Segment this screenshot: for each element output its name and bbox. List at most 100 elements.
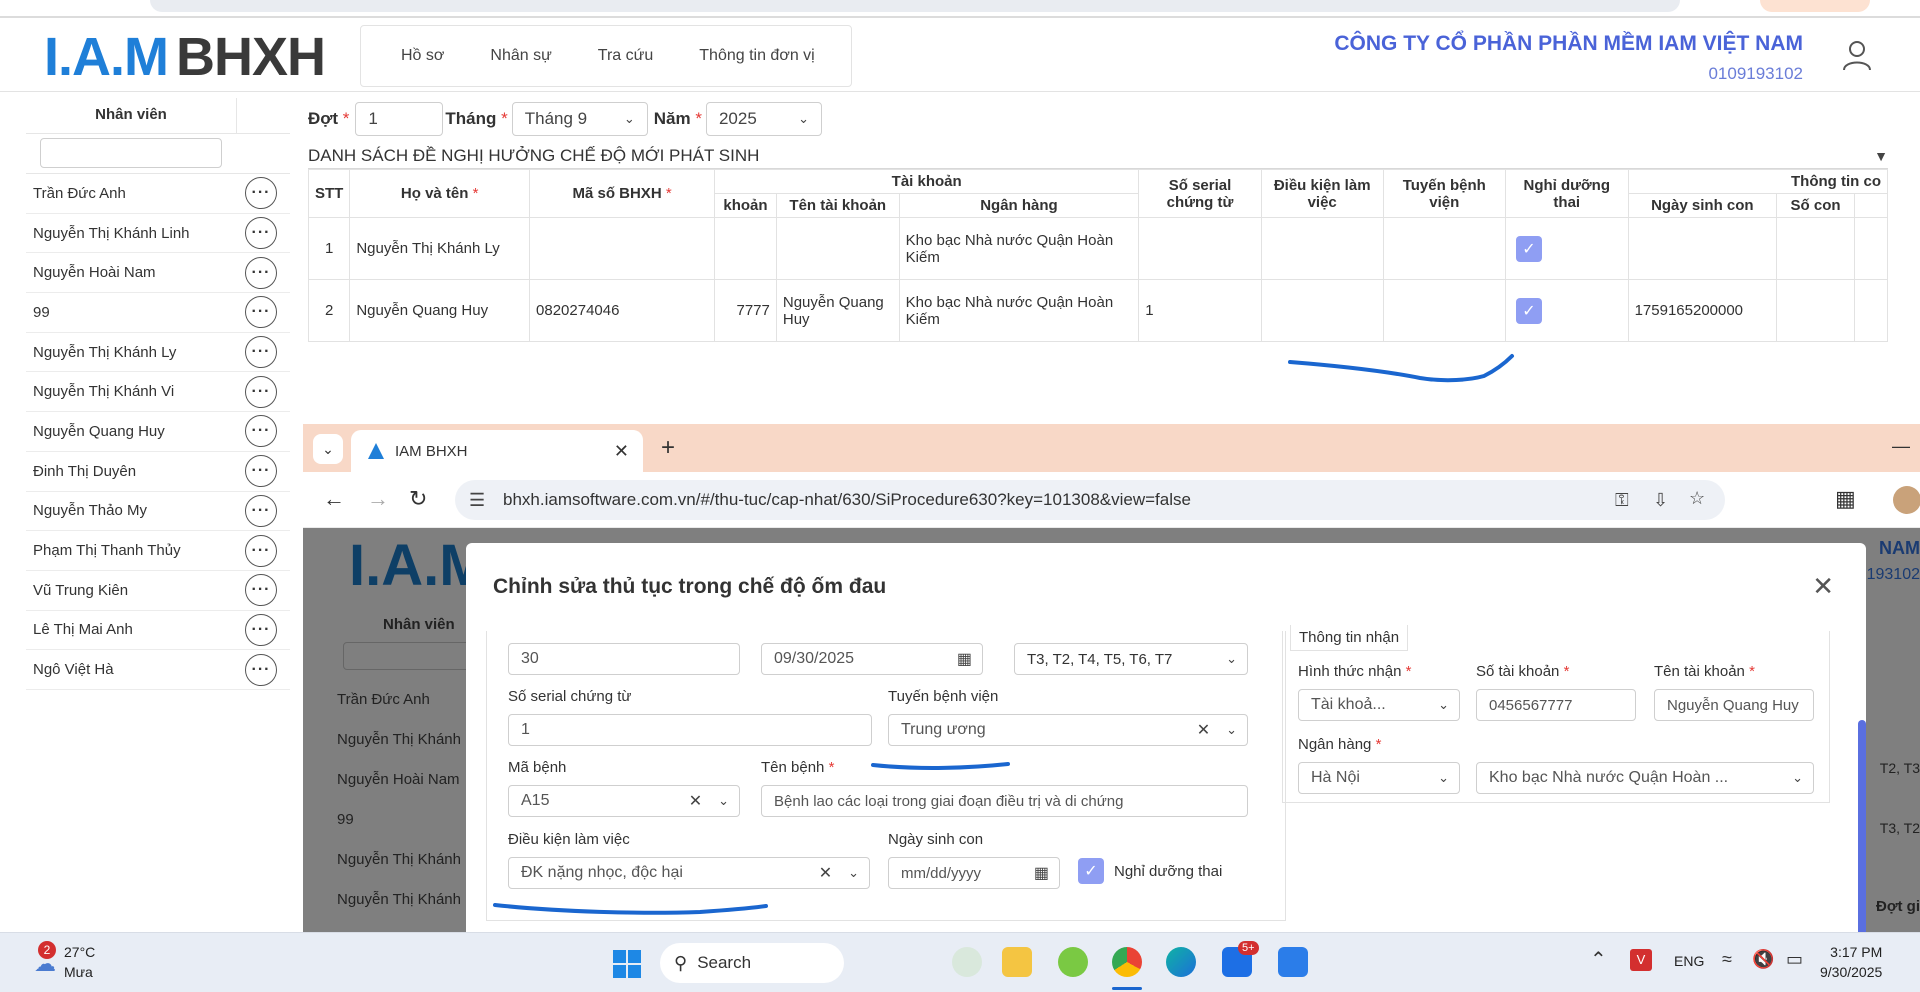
date-input[interactable]: 09/30/2025 ▦ — [761, 643, 983, 675]
clear-icon[interactable]: ✕ — [819, 863, 832, 883]
calendar-icon[interactable]: ▦ — [1034, 863, 1049, 883]
speaker-muted-icon[interactable]: 🔇 — [1752, 949, 1774, 970]
user-icon[interactable] — [1840, 38, 1874, 72]
weather-widget[interactable]: ☁ 2 — [20, 941, 60, 983]
nav-thong-tin-don-vi[interactable]: Thông tin đơn vị — [699, 47, 814, 65]
checkbox-checked[interactable]: ✓ — [1515, 297, 1542, 324]
tab-search-icon[interactable]: ⌄ — [313, 434, 343, 464]
employee-list-item[interactable]: Trần Đức Anh ··· — [26, 174, 290, 214]
employee-list-item[interactable]: Lê Thị Mai Anh ··· — [26, 611, 290, 651]
wifi-icon[interactable]: ≈ — [1722, 949, 1732, 970]
more-options-icon[interactable]: ··· — [245, 336, 277, 369]
install-icon[interactable]: ⇩ — [1653, 490, 1668, 511]
thang-select[interactable]: Tháng 9 ⌄ — [511, 102, 648, 136]
nghi-duong-thai-checkbox[interactable]: ✓ Nghỉ dưỡng thai — [1078, 858, 1222, 884]
app-logo[interactable]: I.A.M BHXH — [44, 28, 326, 86]
employee-list-item[interactable]: Nguyễn Hoài Nam ··· — [26, 253, 290, 294]
extensions-icon[interactable]: ▦ — [1835, 486, 1856, 512]
cell-ten-tk[interactable]: Nguyễn Quang Huy — [775, 279, 900, 342]
more-options-icon[interactable]: ··· — [245, 217, 277, 250]
file-explorer-icon[interactable] — [1002, 947, 1032, 977]
cell-dieu-kien[interactable] — [1260, 279, 1384, 342]
employee-list-item[interactable]: Vũ Trung Kiên ··· — [26, 571, 290, 611]
nav-nhan-su[interactable]: Nhân sự — [490, 47, 551, 65]
dot-input[interactable]: 1 — [355, 102, 444, 136]
new-tab-icon[interactable]: + — [661, 434, 675, 462]
back-icon[interactable]: ← — [323, 486, 345, 512]
close-tab-icon[interactable]: ✕ — [614, 441, 629, 462]
windows-start-icon[interactable] — [612, 949, 642, 979]
more-options-icon[interactable]: ··· — [245, 375, 277, 408]
key-icon[interactable]: ⚿ — [1615, 490, 1629, 511]
nav-ho-so[interactable]: Hồ sơ — [401, 47, 444, 65]
cell-nghi[interactable]: ✓ — [1504, 279, 1629, 342]
forward-icon[interactable]: → — [367, 486, 389, 512]
cell-ngan-hang[interactable]: Kho bạc Nhà nước Quận Hoàn Kiếm — [898, 279, 1140, 342]
thong-tin-nhan-tab[interactable]: Thông tin nhận — [1290, 625, 1409, 651]
cell-so-tk[interactable]: 7777 — [714, 279, 777, 342]
app-leaf-icon[interactable] — [952, 947, 982, 977]
more-options-icon[interactable]: ··· — [245, 296, 277, 329]
more-options-icon[interactable]: ··· — [245, 494, 277, 527]
cell-so-tk[interactable] — [714, 217, 777, 280]
dklv-select[interactable]: ĐK nặng nhọc, độc hại ✕ ⌄ — [508, 857, 870, 889]
collapse-triangle-icon[interactable]: ▼ — [1874, 148, 1888, 164]
hinh-thuc-select[interactable]: Tài khoả... ⌄ — [1298, 689, 1460, 721]
ten-tai-khoan-input[interactable]: Nguyễn Quang Huy — [1654, 689, 1814, 721]
cell-ten-tk[interactable] — [775, 217, 900, 280]
cell-so-con[interactable] — [1776, 217, 1855, 280]
battery-icon[interactable]: ▭ — [1786, 949, 1803, 970]
cell-serial[interactable]: 1 — [1138, 279, 1262, 342]
nav-tra-cuu[interactable]: Tra cứu — [598, 47, 653, 65]
cell-dieu-kien[interactable] — [1260, 217, 1384, 280]
cell-serial[interactable] — [1138, 217, 1262, 280]
cell-ngan-hang[interactable]: Kho bạc Nhà nước Quận Hoàn Kiếm — [898, 217, 1140, 280]
calendar-icon[interactable]: ▦ — [957, 649, 972, 669]
table-row[interactable]: 2 Nguyễn Quang Huy 0820274046 7777 Nguyễ… — [308, 279, 1888, 342]
so-tai-khoan-input[interactable]: 0456567777 — [1476, 689, 1636, 721]
bookmark-star-icon[interactable]: ☆ — [1689, 488, 1705, 509]
cell-ngay-sinh[interactable] — [1627, 217, 1778, 280]
more-options-icon[interactable]: ··· — [245, 653, 277, 686]
so-ngay-input[interactable]: 30 — [508, 643, 740, 675]
employee-list-item[interactable]: Ngô Việt Hà ··· — [26, 650, 290, 690]
more-options-icon[interactable]: ··· — [245, 534, 277, 567]
browser-tab[interactable]: IAM BHXH ✕ — [351, 430, 643, 472]
cell-name[interactable]: Nguyễn Thị Khánh Ly — [349, 217, 531, 280]
employee-list-item[interactable]: Phạm Thị Thanh Thủy ··· — [26, 531, 290, 571]
chi-nhanh-select[interactable]: Kho bạc Nhà nước Quận Hoàn ... ⌄ — [1476, 762, 1814, 794]
app-green-icon[interactable] — [1058, 947, 1088, 977]
weather-text[interactable]: 27°C Mưa — [64, 942, 95, 982]
employee-list-item[interactable]: Nguyễn Thị Khánh Vi ··· — [26, 372, 290, 413]
clear-icon[interactable]: ✕ — [689, 791, 702, 811]
cell-bhxh[interactable]: 0820274046 — [529, 279, 716, 342]
checkbox-checked[interactable]: ✓ — [1515, 235, 1542, 262]
more-options-icon[interactable]: ··· — [245, 177, 277, 210]
cell-name[interactable]: Nguyễn Quang Huy — [349, 279, 531, 342]
photos-icon[interactable] — [1278, 947, 1308, 977]
cell-bhxh[interactable] — [529, 217, 716, 280]
cell-nghi[interactable]: ✓ — [1504, 217, 1629, 280]
ngay-nghi-select[interactable]: T3, T2, T4, T5, T6, T7 ⌄ — [1014, 643, 1248, 675]
more-options-icon[interactable]: ··· — [245, 415, 277, 448]
tray-app-icon[interactable]: V — [1630, 949, 1652, 971]
clock[interactable]: 3:17 PM 9/30/2025 — [1820, 942, 1882, 982]
employee-list-item[interactable]: Nguyễn Thị Khánh Linh ··· — [26, 214, 290, 254]
employee-list-item[interactable]: Nguyễn Thảo My ··· — [26, 492, 290, 532]
employee-list-item[interactable]: Nguyễn Quang Huy ··· — [26, 412, 290, 452]
cell-tuyen[interactable] — [1382, 217, 1506, 280]
ngan-hang-select[interactable]: Hà Nội ⌄ — [1298, 762, 1460, 794]
more-options-icon[interactable]: ··· — [245, 574, 277, 607]
taskbar-search[interactable]: ⚲ Search — [660, 943, 844, 983]
more-options-icon[interactable]: ··· — [245, 613, 277, 646]
table-row[interactable]: 1 Nguyễn Thị Khánh Ly Kho bạc Nhà nước Q… — [308, 217, 1888, 280]
more-options-icon[interactable]: ··· — [245, 455, 277, 488]
serial-input[interactable]: 1 — [508, 714, 872, 746]
ma-benh-select[interactable]: A15 ✕ ⌄ — [508, 785, 740, 817]
url-field[interactable]: ☰ bhxh.iamsoftware.com.vn/#/thu-tuc/cap-… — [455, 480, 1725, 520]
site-info-icon[interactable]: ☰ — [469, 490, 485, 511]
employee-list-item[interactable]: Nguyễn Thị Khánh Ly ··· — [26, 333, 290, 373]
profile-avatar[interactable] — [1893, 486, 1920, 514]
ngay-sinh-con-input[interactable]: mm/dd/yyyy ▦ — [888, 857, 1060, 889]
employee-list-item[interactable]: Đinh Thị Duyên ··· — [26, 452, 290, 492]
